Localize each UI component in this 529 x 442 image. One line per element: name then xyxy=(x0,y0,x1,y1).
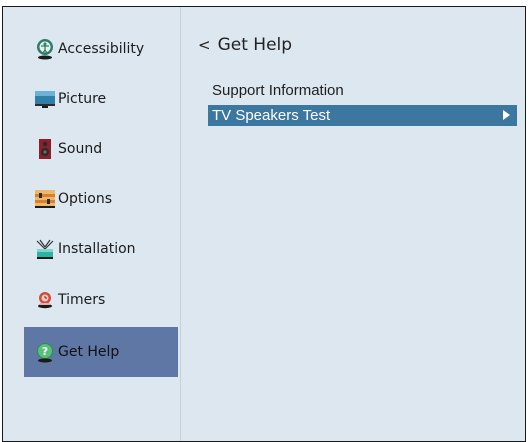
accessibility-icon xyxy=(34,38,56,60)
back-button[interactable]: < Get Help xyxy=(198,35,292,55)
chevron-left-icon: < xyxy=(198,36,211,54)
sidebar-item-label: Get Help xyxy=(58,344,120,360)
sidebar-item-timers[interactable]: Timers xyxy=(24,275,178,325)
sidebar-item-label: Accessibility xyxy=(58,41,145,57)
sidebar-item-sound[interactable]: Sound xyxy=(24,124,178,174)
play-arrow-icon xyxy=(503,110,510,120)
option-label: Support Information xyxy=(212,82,344,99)
sidebar-item-options[interactable]: Options xyxy=(24,174,178,224)
options-icon xyxy=(34,188,56,210)
sidebar-item-label: Picture xyxy=(58,91,107,107)
sidebar-item-installation[interactable]: Installation xyxy=(24,224,178,274)
sidebar-item-get-help[interactable]: ? Get Help xyxy=(24,327,178,377)
help-icon: ? xyxy=(34,341,56,363)
speaker-icon xyxy=(34,138,56,160)
timer-icon xyxy=(34,289,56,311)
sidebar-item-label: Sound xyxy=(58,141,103,157)
svg-text:?: ? xyxy=(42,345,48,358)
settings-window: Accessibility Picture Sound Options Inst… xyxy=(2,6,526,442)
antenna-icon xyxy=(34,238,56,260)
sidebar-item-label: Timers xyxy=(58,292,106,308)
settings-sidebar: Accessibility Picture Sound Options Inst… xyxy=(3,7,181,441)
sidebar-item-picture[interactable]: Picture xyxy=(24,74,178,124)
option-label: TV Speakers Test xyxy=(212,107,331,124)
sidebar-item-label: Installation xyxy=(58,241,136,257)
page-title: Get Help xyxy=(217,35,293,55)
sidebar-item-label: Options xyxy=(58,191,113,207)
option-tv-speakers-test[interactable]: TV Speakers Test xyxy=(208,105,517,126)
main-panel: < Get Help Support Information TV Speake… xyxy=(182,7,525,441)
picture-icon xyxy=(34,88,56,110)
sidebar-item-accessibility[interactable]: Accessibility xyxy=(24,24,178,74)
option-support-information[interactable]: Support Information xyxy=(208,80,517,101)
